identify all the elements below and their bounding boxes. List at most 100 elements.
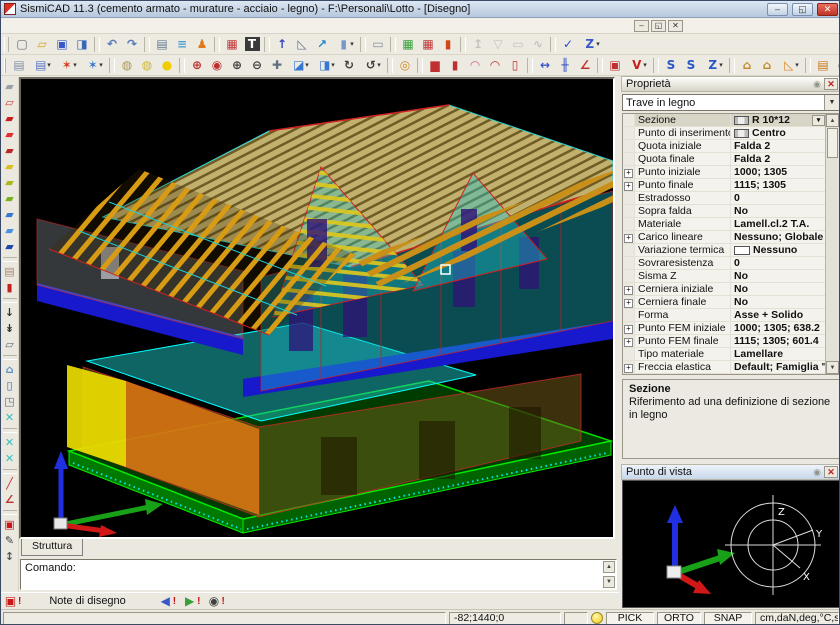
property-scrollbar[interactable]: ▲ ▼ [825,114,839,374]
expand-box[interactable] [623,348,635,360]
user-preferences-icon[interactable]: ♟▾ [192,35,212,53]
table-print-icon[interactable]: ▦▾ [418,35,438,53]
toolbar-button[interactable] [3,355,17,360]
toolbar-button[interactable]: ▾ [460,37,466,52]
orbit-free-icon[interactable]: ↺▾ [359,56,385,74]
toolbar-button[interactable]: ▾ [653,58,659,73]
filter-list-icon[interactable]: ≡▾ [172,35,192,53]
dim-angle-icon[interactable]: ∠▾ [575,56,595,74]
mdi-minimize-button[interactable]: – [634,20,649,32]
close-panel-icon[interactable]: ✕ [824,78,838,90]
pen-note-icon[interactable]: ✎ [1,533,18,549]
new-document-icon[interactable]: ▢▾ [12,35,32,53]
save-icon[interactable]: ▣▾ [52,35,72,53]
solids-view-icon[interactable]: ▮▾ [332,35,358,53]
expand-box[interactable] [623,296,635,308]
expand-box[interactable] [623,231,635,243]
toolbar-button[interactable]: ▾ [417,58,423,73]
property-row[interactable]: Sopra falda No ▾ [623,205,825,218]
panel-red-icon[interactable]: ▰ [1,127,18,143]
minimize-button[interactable]: – [767,3,788,16]
expand-box[interactable] [623,283,635,295]
property-row[interactable]: Estradosso 0 ▾ [623,192,825,205]
save-notes-icon[interactable]: ▣ [1,517,18,533]
property-row[interactable]: Variazione termica Nessuno ▾ [623,244,825,257]
close-panel-icon[interactable]: ✕ [824,466,838,478]
tab-struttura[interactable]: Struttura [21,539,83,556]
note-next-icon[interactable]: ▶! [182,594,200,608]
beam-yellow-icon[interactable]: ▰ [1,159,18,175]
dim-beam-icon[interactable]: ╫▾ [555,56,575,74]
toolbar-button[interactable]: ▾ [550,37,556,52]
command-input[interactable]: Comando: ▲ ▼ [20,559,617,590]
text-style-icon[interactable]: T▾ [242,35,262,53]
beam-olive-icon[interactable]: ▰ [1,175,18,191]
erase-dim-icon[interactable]: ✕ [1,451,18,467]
orto-toggle[interactable]: ORTO [657,612,701,625]
beam-green-icon[interactable]: ▰ [1,191,18,207]
property-row[interactable]: Forma Asse + Solido ▾ [623,309,825,322]
lamp-dim-icon[interactable]: ◍▾ [117,56,137,74]
draw-note-icon[interactable]: ▣ ! [3,594,21,608]
property-row[interactable]: Cerniera finale No ▾ [623,296,825,309]
restore-button[interactable]: ◱ [792,3,813,16]
slope-icon[interactable]: ◺▾ [777,56,803,74]
zoom-out-icon[interactable]: ⊖▾ [247,56,267,74]
toolbar-button[interactable]: ▾ [729,58,735,73]
property-row[interactable]: Freccia elastica Default; Famiglia "L ▾ [623,361,825,374]
scroll-down-icon[interactable]: ▼ [603,576,615,588]
menu-item[interactable] [757,25,771,27]
toolbar-button[interactable] [3,298,17,303]
beam-blue-icon[interactable]: ▰ [1,207,18,223]
plate-load-icon[interactable]: ▱ [1,337,18,353]
redo-icon[interactable]: ↷▾ [122,35,142,53]
linetype-icon[interactable]: Z▾ [578,35,604,53]
expand-box[interactable] [623,179,635,191]
property-row[interactable]: Cerniera iniziale No ▾ [623,283,825,296]
line-load-icon[interactable]: ↡ [1,321,18,337]
pillar-tool-icon[interactable]: ▮▾ [445,56,465,74]
layer-state-icon[interactable]: ▤▾ [29,56,55,74]
chimney-tool-icon[interactable]: ▯▾ [505,56,525,74]
pin-icon[interactable]: ◉ [813,467,821,478]
menu-item[interactable] [701,25,715,27]
property-row[interactable]: Quota iniziale Falda 2 ▾ [623,140,825,153]
roof-tool-icon[interactable]: ◠▾ [485,56,505,74]
toolbar-button[interactable]: ▾ [144,37,150,52]
expand-box[interactable] [623,244,635,256]
view-3d-icon[interactable]: ◨▾ [313,56,339,74]
toolbar-grip[interactable] [4,58,6,73]
find-icon[interactable]: ◎▾ [395,56,415,74]
mdi-close-button[interactable]: ✕ [668,20,683,32]
toolbar-button[interactable]: ▾ [387,58,393,73]
expand-box[interactable] [623,361,635,373]
element-type-select[interactable]: Trave in legno ▼ [622,94,840,111]
property-row[interactable]: Punto iniziale 1000; 1305 ▾ [623,166,825,179]
toolbar-button[interactable]: ▾ [527,58,533,73]
funnel-tool-icon[interactable]: ▽▾ [488,35,508,53]
wall-panel-icon[interactable]: ▯ [1,378,18,394]
menu-item[interactable] [743,25,757,27]
truss-icon[interactable]: ⌂▾ [737,56,757,74]
menu-item[interactable] [785,25,799,27]
notes-label[interactable]: Note di disegno [49,595,125,607]
layers-icon[interactable]: ▤▾ [9,56,29,74]
toolbar-button[interactable] [3,257,17,262]
lamp-on-icon[interactable]: ●▾ [157,56,177,74]
lamp-half-icon[interactable]: ◍▾ [137,56,157,74]
undo-icon[interactable]: ↶▾ [102,35,122,53]
menu-item[interactable] [729,25,743,27]
expand-box[interactable] [623,192,635,204]
database-table-icon[interactable]: ▤▾ [152,35,172,53]
viewpoint-view[interactable]: Z Y X [622,480,840,608]
open-folder-icon[interactable]: ▱▾ [32,35,52,53]
expand-box[interactable] [623,205,635,217]
expand-box[interactable] [623,166,635,178]
toolbar-button[interactable]: ▾ [597,58,603,73]
pin-tool-icon[interactable]: ↥▾ [468,35,488,53]
steel-z-icon[interactable]: Z▾ [701,56,727,74]
menu-item[interactable] [687,25,701,27]
note-prev-icon[interactable]: ◀! [158,594,176,608]
expand-box[interactable] [623,114,635,126]
menu-item[interactable] [813,25,827,27]
